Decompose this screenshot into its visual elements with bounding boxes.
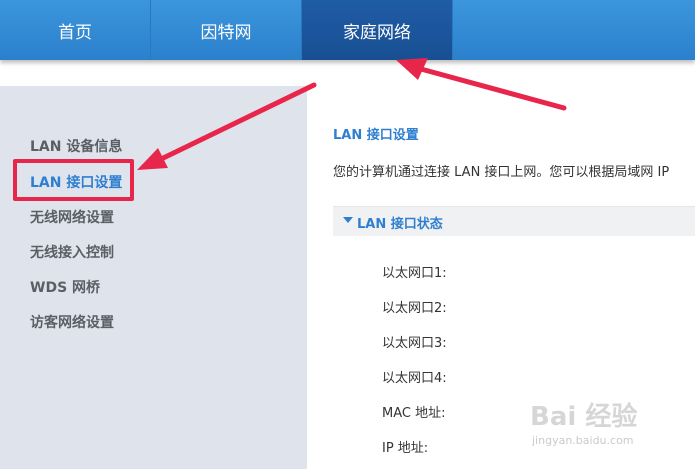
highlight-box [13, 159, 134, 201]
caret-down-icon [343, 217, 353, 223]
page-description: 您的计算机通过连接 LAN 接口上网。您可以根据局域网 IP [333, 165, 670, 180]
page-title: LAN 接口设置 [333, 128, 419, 143]
field-label-ethernet-2: 以太网口2: [382, 301, 447, 316]
watermark-url: jingyan.baidu.com [532, 434, 634, 447]
tab-home-network[interactable]: 家庭网络 [302, 0, 453, 60]
router-admin-page: 首页 因特网 家庭网络 LAN 设备信息 LAN 接口设置 无线网络设置 无线接… [0, 0, 695, 469]
sidebar-item-lan-device-info[interactable]: LAN 设备信息 [30, 136, 122, 156]
field-label-ethernet-3: 以太网口3: [382, 336, 447, 351]
top-nav: 首页 因特网 家庭网络 [0, 0, 695, 60]
sidebar-item-wireless-settings[interactable]: 无线网络设置 [30, 207, 114, 227]
section-title: LAN 接口状态 [357, 217, 443, 232]
field-label-ethernet-4: 以太网口4: [382, 371, 447, 386]
field-label-ip-address: IP 地址: [382, 441, 429, 456]
tab-home[interactable]: 首页 [0, 0, 151, 60]
section-header-lan-status[interactable]: LAN 接口状态 [333, 206, 695, 236]
sidebar-item-wireless-access-control[interactable]: 无线接入控制 [30, 242, 114, 262]
sidebar-item-guest-network[interactable]: 访客网络设置 [30, 312, 114, 332]
sidebar: LAN 设备信息 LAN 接口设置 无线网络设置 无线接入控制 WDS 网桥 访… [0, 86, 307, 469]
field-label-mac-address: MAC 地址: [382, 406, 446, 421]
watermark: Bai 经验 jingyan.baidu.com [530, 396, 690, 456]
sidebar-item-wds-bridge[interactable]: WDS 网桥 [30, 277, 100, 297]
field-label-ethernet-1: 以太网口1: [382, 266, 447, 281]
tab-internet[interactable]: 因特网 [151, 0, 302, 60]
watermark-brand: Bai 经验 [530, 402, 638, 432]
